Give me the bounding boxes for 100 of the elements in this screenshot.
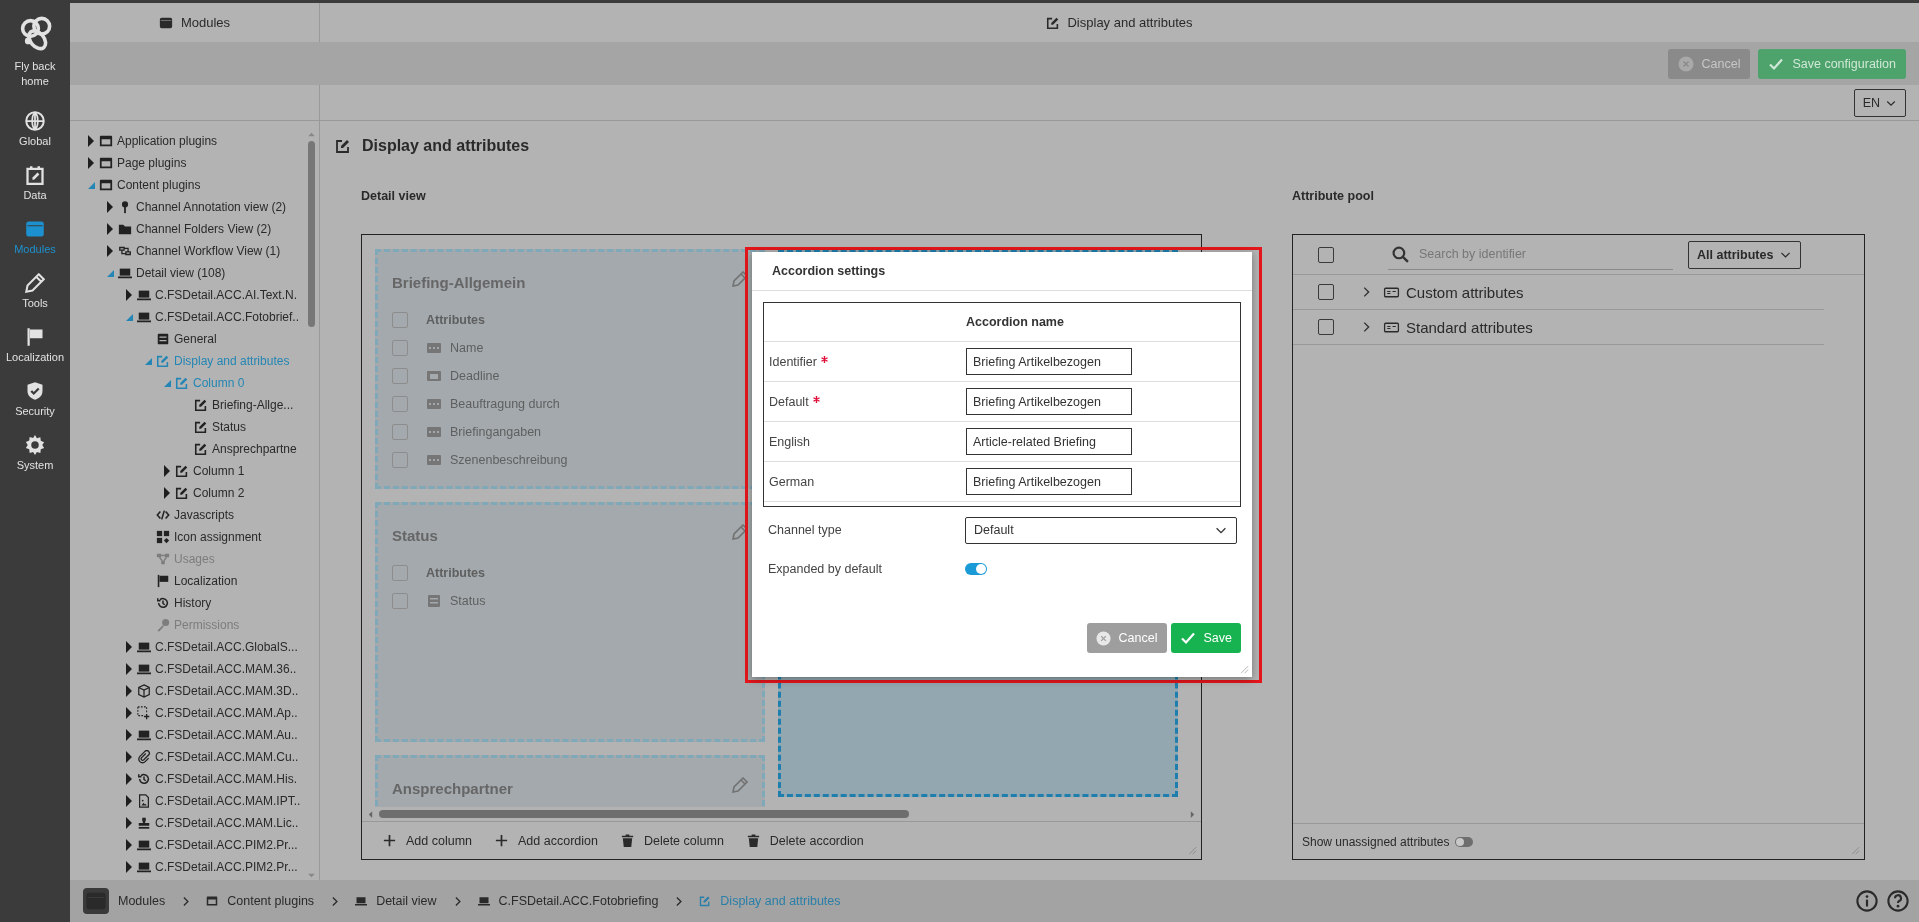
checkbox[interactable] — [1318, 319, 1334, 335]
tree-item[interactable]: C.FSDetail.ACC.MAM.Ap.. — [155, 706, 298, 720]
tree-item[interactable]: C.FSDetail.ACC.PIM2.Pr... — [155, 838, 298, 852]
tree-item[interactable]: Ansprechpartne — [212, 442, 297, 456]
tree-item[interactable]: Column 1 — [193, 464, 245, 478]
nav-item[interactable]: Security — [15, 381, 55, 435]
tree-item[interactable]: Status — [212, 420, 247, 434]
tree-item[interactable]: C.FSDetail.ACC.MAM.36.. — [155, 662, 297, 676]
tree-item[interactable]: C.FSDetail.ACC.MAM.IPT.. — [155, 794, 301, 808]
caret-right-icon[interactable] — [125, 289, 133, 301]
caret-right-icon[interactable] — [125, 707, 133, 719]
checkbox[interactable] — [392, 368, 408, 384]
accordion-title: Status — [392, 525, 438, 544]
checkbox[interactable] — [392, 452, 408, 468]
checkbox[interactable] — [392, 593, 408, 609]
group-label[interactable]: Standard attributes — [1406, 318, 1533, 336]
tree-item[interactable]: C.FSDetail.ACC.PIM2.Pr... — [155, 860, 298, 874]
caret-right-icon[interactable] — [106, 201, 114, 213]
caret-right-icon[interactable] — [106, 223, 114, 235]
tree-item[interactable]: Column 2 — [193, 486, 245, 500]
checkbox[interactable] — [1318, 284, 1334, 300]
tree-item[interactable]: C.FSDetail.ACC.AI.Text.N. — [155, 288, 298, 302]
text-field[interactable]: Article-related Briefing — [966, 428, 1132, 455]
tree-item[interactable]: C.FSDetail.ACC.GlobalS... — [155, 640, 298, 654]
info-icon[interactable] — [1856, 890, 1878, 912]
tree-item[interactable]: Icon assignment — [174, 530, 262, 544]
checkbox[interactable] — [392, 340, 408, 356]
delete-button[interactable]: Delete accordion — [745, 833, 864, 848]
breadcrumb-link[interactable]: Modules — [118, 894, 166, 908]
text-field[interactable]: Briefing Artikelbezogen — [966, 348, 1132, 375]
tree-item[interactable]: C.FSDetail.ACC.MAM.3D.. — [155, 684, 299, 698]
nav-item[interactable]: Localization — [5, 327, 65, 381]
text-field[interactable]: Briefing Artikelbezogen — [966, 388, 1132, 415]
checkbox[interactable] — [1318, 246, 1334, 263]
tree-item[interactable]: Javascripts — [174, 508, 235, 522]
help-icon[interactable] — [1887, 890, 1909, 912]
scrollbar-thumb[interactable] — [308, 141, 315, 327]
scrollbar-thumb[interactable] — [379, 810, 909, 818]
checkbox[interactable] — [392, 312, 408, 328]
tree-item[interactable]: Channel Workflow View (1) — [136, 244, 281, 258]
tree-item[interactable]: Briefing-Allge... — [212, 398, 294, 412]
add-button[interactable]: Add column — [382, 833, 472, 848]
tree-item[interactable]: Page plugins — [117, 156, 187, 170]
scroll-left-icon[interactable] — [366, 809, 375, 819]
laptop-icon — [477, 895, 490, 907]
text-field[interactable]: Briefing Artikelbezogen — [966, 468, 1132, 495]
trash-icon — [745, 833, 761, 848]
tree-item[interactable]: History — [174, 596, 212, 610]
laptop-icon — [137, 838, 151, 852]
channel-type-select[interactable]: Default — [965, 516, 1237, 544]
caret-right-icon[interactable] — [125, 729, 133, 741]
caret-right-icon[interactable] — [125, 751, 133, 763]
caret-right-icon[interactable] — [125, 685, 133, 697]
caret-right-icon[interactable] — [125, 795, 133, 807]
caret-right-icon[interactable] — [125, 861, 133, 873]
checkbox[interactable] — [392, 565, 408, 581]
checkbox[interactable] — [392, 424, 408, 440]
search-field[interactable]: Search by identifier — [1388, 239, 1673, 270]
scroll-right-icon[interactable] — [1188, 809, 1197, 819]
delete-button[interactable]: Delete column — [619, 833, 724, 848]
caret-right-icon[interactable] — [125, 773, 133, 785]
tree-item[interactable]: General — [174, 332, 217, 346]
caret-right-icon[interactable] — [106, 245, 114, 257]
checkbox[interactable] — [392, 396, 408, 412]
tree-item[interactable]: C.FSDetail.ACC.MAM.Lic.. — [155, 816, 299, 830]
caret-right-icon[interactable] — [163, 465, 171, 477]
caret-right-icon[interactable] — [125, 817, 133, 829]
tree-item[interactable]: Application plugins — [117, 134, 218, 148]
nav-item[interactable]: Global — [19, 111, 51, 165]
caret-right-icon[interactable] — [125, 663, 133, 675]
tree-item[interactable]: Detail view (108) — [136, 266, 226, 280]
tree-item[interactable]: Channel Folders View (2) — [136, 222, 272, 236]
breadcrumb-link[interactable]: Detail view — [376, 894, 437, 908]
tree-item[interactable]: Channel Annotation view (2) — [136, 200, 287, 214]
filter-dropdown[interactable]: All attributes — [1688, 240, 1802, 269]
attribute-label: Status — [450, 594, 486, 608]
caret-right-icon[interactable] — [87, 157, 95, 169]
tree-item[interactable]: Content plugins — [117, 178, 201, 192]
add-button[interactable]: Add accordion — [494, 833, 598, 848]
toggle-switch[interactable] — [965, 563, 987, 575]
laptop-icon — [355, 895, 368, 907]
tree-item[interactable]: Localization — [174, 574, 238, 588]
breadcrumb-link[interactable]: C.FSDetail.ACC.Fotobriefing — [498, 894, 659, 908]
nav-item[interactable]: Tools — [22, 273, 48, 327]
caret-right-icon[interactable] — [125, 839, 133, 851]
tree-item[interactable]: C.FSDetail.ACC.MAM.His. — [155, 772, 297, 786]
caret-right-icon[interactable] — [163, 487, 171, 499]
nav-item[interactable]: Data — [23, 165, 47, 219]
tree-item[interactable]: C.FSDetail.ACC.MAM.Cu.. — [155, 750, 299, 764]
group-label[interactable]: Custom attributes — [1406, 283, 1524, 301]
nav-item[interactable]: Fly back home — [10, 15, 60, 111]
language-select[interactable]: EN — [1853, 88, 1906, 117]
nav-item[interactable]: System — [16, 435, 54, 489]
caret-right-icon[interactable] — [125, 641, 133, 653]
caret-right-icon[interactable] — [87, 135, 95, 147]
calendar-icon — [426, 368, 442, 384]
tree-item[interactable]: C.FSDetail.ACC.Fotobrief.. — [155, 310, 300, 324]
tree-item[interactable]: C.FSDetail.ACC.MAM.Au.. — [155, 728, 298, 742]
breadcrumb-link[interactable]: Content plugins — [227, 894, 315, 908]
toggle-switch[interactable] — [1455, 836, 1474, 847]
